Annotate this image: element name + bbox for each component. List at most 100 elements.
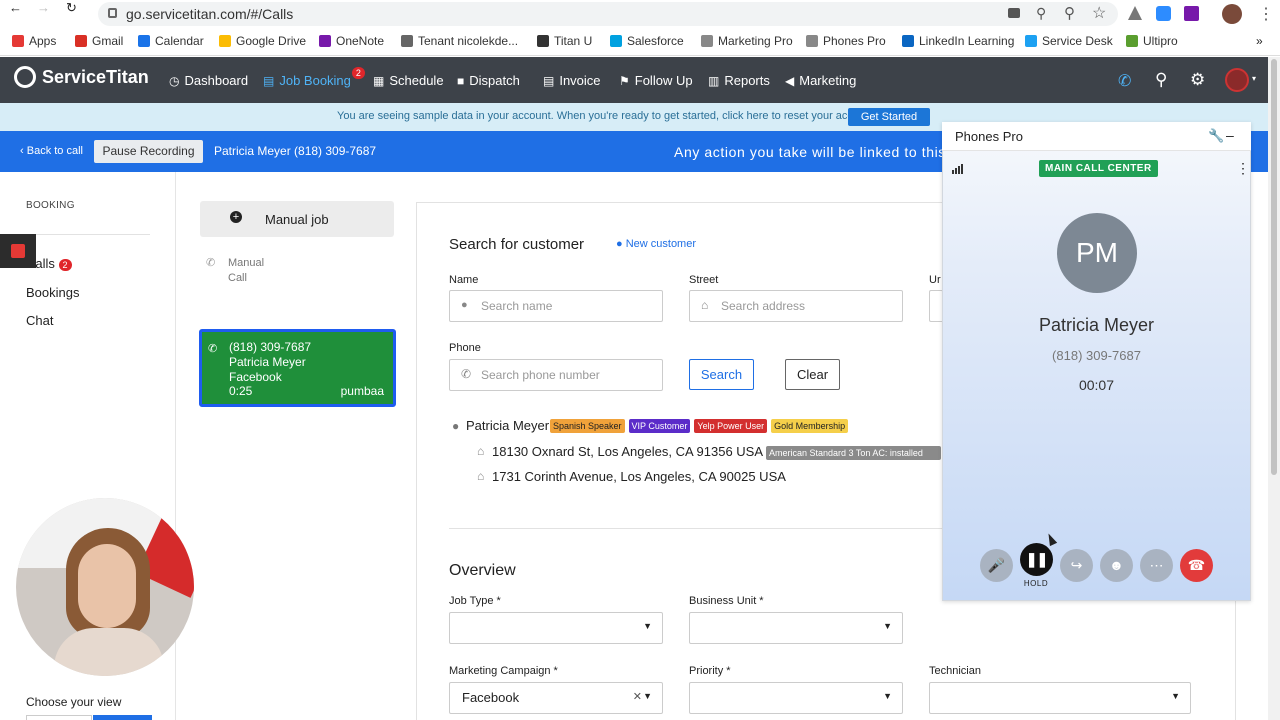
bookmark-item[interactable]: Gmail [75,34,123,48]
job-type-select[interactable]: ▼ [449,612,663,644]
bookmark-item[interactable]: Tenant nicolekde... [401,34,518,48]
scrollbar-thumb[interactable] [1271,59,1277,475]
bookmark-icon [401,35,413,47]
name-search-input[interactable]: ● Search name [449,290,663,322]
user-avatar[interactable] [1225,68,1249,92]
reload-icon[interactable]: ↻ [66,0,77,16]
star-icon[interactable]: ☆ [1092,3,1106,23]
hang-up-button[interactable]: ☎ [1180,549,1213,582]
customer-tag: VIP Customer [628,419,691,433]
add-participant-button[interactable]: ☻ [1100,549,1133,582]
onenote-ext-icon[interactable] [1184,6,1199,21]
bookmark-icon [806,35,818,47]
business-unit-select[interactable]: ▼ [689,612,903,644]
keypad-icon: ⋯ [1149,557,1164,573]
unit-search-input[interactable] [929,290,943,322]
street-search-input[interactable]: ⌂ Search address [689,290,903,322]
wrench-icon[interactable]: 🔧 [1208,128,1224,144]
hold-button[interactable]: ❚❚ [1020,543,1053,576]
zoom-ext-icon[interactable] [1156,6,1171,21]
bookmark-item[interactable]: Salesforce [610,34,684,48]
manual-call-item[interactable]: Manual Call [228,256,264,286]
nav-item[interactable]: ▥ Reports [708,73,770,88]
divider [26,234,150,235]
profile-avatar[interactable] [1222,4,1242,24]
key-icon[interactable]: ⚲ [1036,5,1046,22]
bookmark-item[interactable]: OneNote [319,34,384,48]
transfer-icon: ↪ [1070,557,1083,573]
settings-gear-icon[interactable]: ⚙ [1190,70,1205,90]
active-call-card[interactable]: ✆ (818) 309-7687 Patricia Meyer Facebook… [199,329,396,407]
address-2[interactable]: 1731 Corinth Avenue, Los Angeles, CA 900… [492,469,786,484]
bookmark-label: Phones Pro [823,34,886,48]
bookmarks-more[interactable]: » [1256,34,1263,48]
technician-label: Technician [929,665,981,677]
bookmark-item[interactable]: Calendar [138,34,204,48]
bookmark-icon [902,35,914,47]
bookmark-item[interactable]: Google Drive [219,34,306,48]
sidebar-item-chat[interactable]: Chat [26,313,53,328]
bookmark-item[interactable]: Marketing Pro [701,34,793,48]
back-to-call-link[interactable]: ‹ Back to call [20,145,83,157]
hang-up-icon: ☎ [1187,557,1206,573]
calendar-icon: ▦ [373,73,385,88]
servicetitan-logo[interactable]: ServiceTitan [14,66,149,88]
zoom-icon[interactable]: ⚲ [1064,4,1075,22]
briefcase-icon: ▤ [263,73,275,88]
page-scrollbar[interactable] [1268,57,1280,720]
pause-recording-button[interactable]: Pause Recording [94,140,203,163]
phone-placeholder: Search phone number [481,368,600,382]
view-option-active[interactable] [93,715,152,720]
nav-item[interactable]: ◀ Marketing [785,73,856,88]
camera-icon[interactable] [1008,8,1020,18]
queue-badge: MAIN CALL CENTER [1039,160,1158,177]
bookmark-item[interactable]: LinkedIn Learning [902,34,1014,48]
marketing-campaign-select[interactable]: Facebook ✕ ▼ [449,682,663,714]
new-customer-label: New customer [625,238,696,250]
manual-job-button[interactable]: + Manual job [200,201,394,237]
bookmark-item[interactable]: Service Desk [1025,34,1113,48]
bookmark-label: LinkedIn Learning [919,34,1015,48]
bookmark-item[interactable]: Ultipro [1126,34,1178,48]
back-to-call-label: Back to call [26,145,83,157]
phone-icon[interactable]: ✆ [1118,71,1131,91]
url-text: go.servicetitan.com/#/Calls [126,6,294,22]
keypad-button[interactable]: ⋯ [1140,549,1173,582]
bookmark-item[interactable]: Titan U [537,34,592,48]
nav-item[interactable]: ⚑ Follow Up [619,73,693,88]
chevron-down-icon[interactable]: ▾ [1252,74,1256,83]
phone-label: Phone [449,342,481,354]
nav-item[interactable]: ▤ Job Booking 2 [263,66,369,88]
forward-arrow-icon[interactable]: → [37,0,50,15]
address-1[interactable]: 18130 Oxnard St, Los Angeles, CA 91356 U… [492,444,763,459]
priority-select[interactable]: ▼ [689,682,903,714]
nav-item[interactable]: ▦ Schedule [373,73,444,88]
back-arrow-icon[interactable]: ← [9,0,22,15]
sample-data-text[interactable]: You are seeing sample data in your accou… [337,110,877,122]
result-customer-name[interactable]: Patricia Meyer [466,418,549,433]
phone-search-input[interactable]: ✆ Search phone number [449,359,663,391]
browser-menu-icon[interactable]: ⋮ [1258,4,1274,24]
mute-button[interactable]: 🎤 [980,549,1013,582]
bookmark-item[interactable]: Apps [12,34,56,48]
view-option-list[interactable] [26,715,92,720]
nav-item[interactable]: ◷ Dashboard [169,73,248,88]
recording-indicator[interactable] [0,234,36,268]
new-customer-link[interactable]: ● New customer [616,238,696,250]
search-icon[interactable]: ⚲ [1155,70,1167,90]
nav-item[interactable]: ■ Dispatch [457,73,520,88]
more-vertical-icon[interactable]: ⋮ [1236,160,1250,177]
technician-select[interactable]: ▼ [929,682,1191,714]
get-started-button[interactable]: Get Started [848,108,930,126]
search-button[interactable]: Search [689,359,754,390]
sidebar-item-bookings[interactable]: Bookings [26,285,79,300]
street-placeholder: Search address [721,299,806,313]
clear-x-icon[interactable]: ✕ [633,690,642,703]
transfer-button[interactable]: ↪ [1060,549,1093,582]
bookmark-item[interactable]: Phones Pro [806,34,886,48]
nav-item[interactable]: ▤ Invoice [543,73,601,88]
manual-job-label: Manual job [265,212,329,227]
linked-notice: Any action you take will be linked to th… [674,144,946,160]
minimize-icon[interactable]: – [1226,127,1234,143]
clear-button[interactable]: Clear [785,359,840,390]
